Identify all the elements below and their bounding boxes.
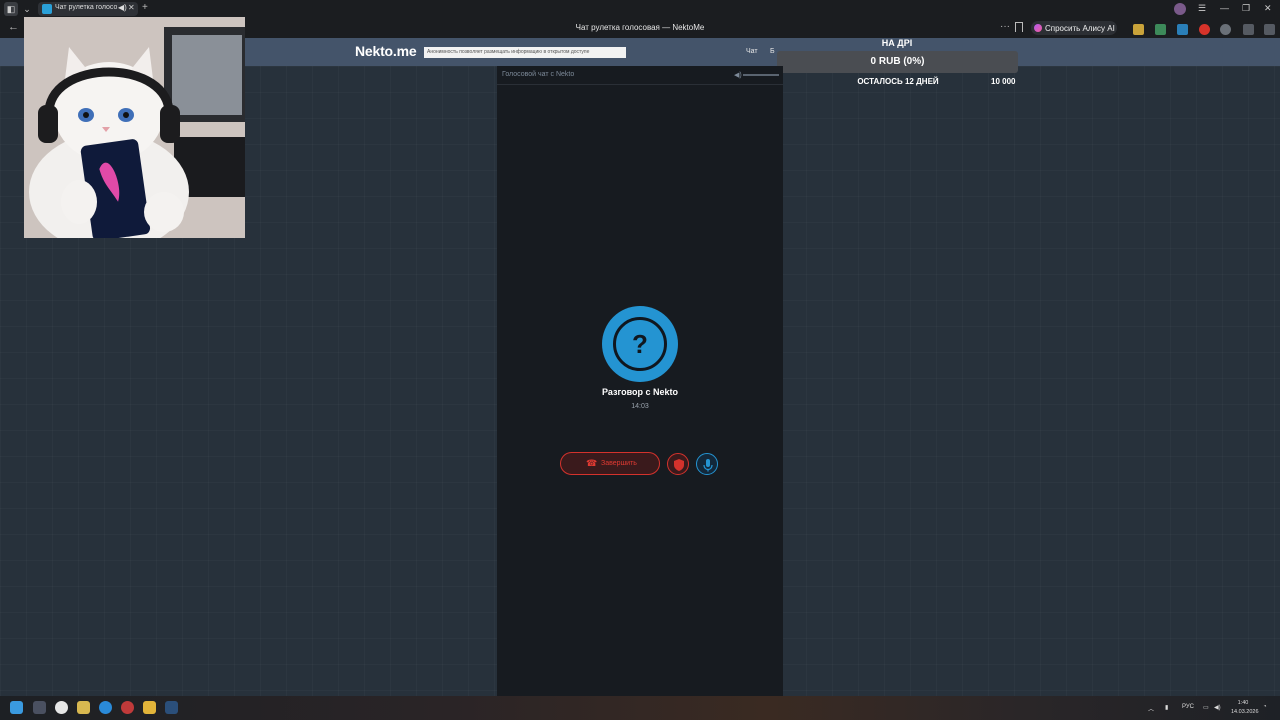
microphone-icon [703, 459, 713, 472]
app-blue-icon[interactable] [99, 701, 112, 714]
bookmark-icon[interactable] [1015, 22, 1023, 32]
close-window-icon[interactable]: ✕ [1264, 3, 1272, 13]
microphone-button[interactable] [696, 453, 718, 475]
minimize-icon[interactable]: — [1220, 3, 1229, 13]
browser-menu-icon[interactable]: ◧ [4, 2, 18, 16]
chat-header: Голосовой чат с Nekto ◀) [497, 66, 783, 85]
browser-settings-icon[interactable]: ☰ [1198, 3, 1206, 13]
donation-amount: 0 RUB (0%) [777, 51, 1018, 73]
extension-translate-icon[interactable] [1177, 24, 1188, 35]
network-icon[interactable]: ▭ [1203, 704, 1209, 711]
alice-orb-icon [1034, 24, 1042, 32]
donation-max: 10 000 [991, 77, 1016, 86]
site-logo[interactable]: Nekto.me [355, 43, 417, 59]
new-tab-button[interactable]: + [142, 3, 148, 13]
voice-chat-panel: Голосовой чат с Nekto ◀) ? Разговор с Ne… [497, 66, 783, 696]
volume-slider[interactable] [743, 74, 779, 76]
donation-days-left: ОСТАЛОСЬ 12 ДНЕЙ [857, 77, 939, 86]
question-mark-icon: ? [613, 317, 667, 371]
ask-alice-label: Спросить Алису AI [1045, 24, 1115, 33]
extension-yellow-icon[interactable] [1133, 24, 1144, 35]
cat-with-energy-drink-picture [24, 17, 245, 238]
partner-avatar: ? [602, 306, 678, 382]
downloads-icon[interactable] [1243, 24, 1254, 35]
restore-icon[interactable]: ❐ [1242, 3, 1250, 13]
volume-icon[interactable]: ◀) [734, 71, 742, 79]
tab-nekto[interactable]: Чат рулетка голосова ◀) ✕ [38, 2, 138, 16]
end-call-label: Завершить [601, 460, 637, 467]
anonymity-notice: Анонимность позволяет размещать информац… [424, 47, 626, 58]
conversation-title: Разговор с Nekto [601, 387, 679, 397]
app-yellow-icon[interactable] [77, 701, 90, 714]
file-explorer-icon[interactable] [143, 701, 156, 714]
nekto-favicon-icon [42, 4, 52, 14]
nav-more-link[interactable]: Б [770, 48, 775, 55]
tab-close-icon[interactable]: ✕ [128, 3, 135, 12]
profile-avatar[interactable] [1174, 3, 1186, 15]
system-clock[interactable]: 1:40 14.03.2026 [1231, 699, 1259, 717]
extension-record-icon[interactable] [1220, 24, 1231, 35]
shield-icon [674, 459, 684, 471]
webcam-overlay-image [24, 17, 245, 238]
sidebar-toggle-icon[interactable] [1264, 24, 1275, 35]
sound-icon[interactable]: ◀) [1214, 704, 1221, 711]
nav-chat-link[interactable]: Чат [746, 48, 758, 55]
clock-date: 14.03.2026 [1231, 709, 1259, 715]
yandex-browser-icon[interactable] [55, 701, 68, 714]
app-red-icon[interactable] [121, 701, 134, 714]
tab-audio-icon[interactable]: ◀) [118, 3, 127, 12]
more-options-icon[interactable]: ··· [1000, 21, 1010, 32]
tabs-dropdown-icon[interactable]: ⌄ [20, 2, 34, 16]
tray-mic-icon[interactable]: ▮ [1165, 704, 1168, 711]
language-indicator[interactable]: РУС [1182, 704, 1194, 710]
browser-tabstrip: ◧ ⌄ Чат рулетка голосова ◀) ✕ + ☰ — ❐ ✕ [0, 0, 1280, 18]
clock-time: 1:40 [1237, 700, 1249, 706]
ask-alice-button[interactable]: Спросить Алису AI [1031, 21, 1117, 35]
windows-taskbar: ︿ ▮ РУС ▭ ◀) 1:40 14.03.2026 ◔ [0, 696, 1280, 720]
start-menu-icon[interactable] [10, 701, 23, 714]
report-shield-button[interactable] [667, 453, 689, 475]
donation-title: НА ДРІ [881, 38, 913, 48]
steam-icon[interactable] [165, 701, 178, 714]
tray-expand-icon[interactable]: ︿ [1148, 704, 1154, 713]
extension-red-icon[interactable] [1199, 24, 1210, 35]
conversation-timer: 14:03 [631, 403, 649, 410]
extension-green-icon[interactable] [1155, 24, 1166, 35]
widgets-icon[interactable] [33, 701, 46, 714]
end-call-button[interactable]: ☎ Завершить [560, 452, 660, 475]
notification-bell-icon[interactable]: ◔ [1263, 704, 1267, 710]
chat-header-label: Голосовой чат с Nekto [502, 71, 575, 78]
hang-up-phone-icon: ☎ [586, 458, 598, 468]
tab-title: Чат рулетка голосова [55, 4, 117, 11]
